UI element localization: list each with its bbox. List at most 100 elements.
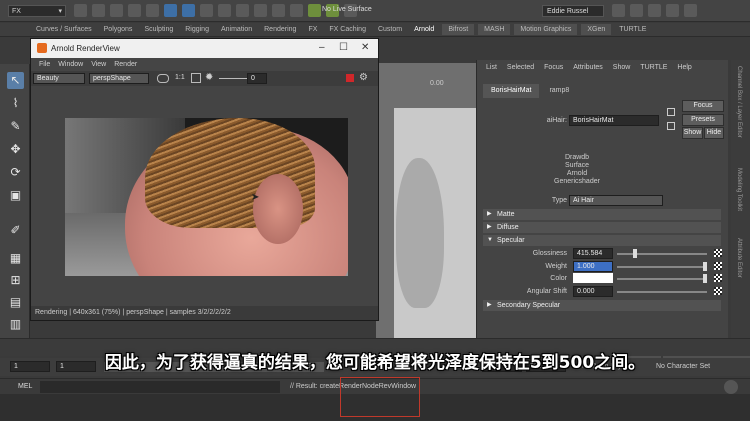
select-tool-icon[interactable]: ↖ (7, 72, 24, 89)
shelf-tab[interactable]: Curves / Surfaces (30, 23, 98, 36)
character-controls-icon[interactable] (630, 4, 643, 17)
weight-slider[interactable] (617, 266, 707, 268)
region-icon[interactable] (191, 73, 201, 83)
weight-slider-handle[interactable] (703, 262, 707, 271)
exposure-slider[interactable] (219, 78, 247, 79)
rotate-tool-icon[interactable]: ⟳ (7, 164, 24, 181)
select-hierarchy-icon[interactable] (164, 4, 177, 17)
shelf-tab[interactable]: XGen (581, 24, 612, 35)
minimize-icon[interactable]: – (319, 42, 325, 53)
move-tool-icon[interactable]: ✥ (7, 141, 24, 158)
angular-shift-field[interactable]: 0.000 (573, 286, 613, 297)
script-editor-icon[interactable] (724, 380, 738, 394)
shelf-tab[interactable]: FX (302, 23, 323, 36)
menu-render[interactable]: Render (110, 58, 141, 71)
color-slider-handle[interactable] (703, 274, 707, 283)
undo-icon[interactable] (128, 4, 141, 17)
paint-select-icon[interactable]: ✎ (7, 118, 24, 135)
tool-settings-icon[interactable] (666, 4, 679, 17)
shelf-tab[interactable]: Bifrost (442, 24, 475, 35)
last-tool-icon[interactable]: ✐ (7, 222, 24, 239)
renderview-settings-icon[interactable]: ⚙ (359, 72, 368, 83)
snap-view-icon[interactable] (272, 4, 285, 17)
shelf-tab-arnold[interactable]: Arnold (408, 23, 440, 36)
render-icon[interactable] (308, 4, 321, 17)
hide-button[interactable]: Hide (704, 127, 724, 139)
menu-set-select[interactable]: FX (8, 5, 66, 17)
shelf-tab[interactable]: Animation (215, 23, 258, 36)
render-canvas[interactable]: ➤ (31, 86, 378, 306)
section-matte[interactable]: Matte (483, 209, 721, 220)
glossiness-slider-handle[interactable] (633, 249, 637, 258)
snap-surface-icon[interactable] (290, 4, 303, 17)
snap-point-icon[interactable] (254, 4, 267, 17)
focus-icon[interactable] (667, 108, 675, 116)
type-select[interactable]: Ai Hair (569, 195, 663, 206)
shelf-tab[interactable]: Custom (372, 23, 408, 36)
show-button[interactable]: Show (682, 127, 703, 139)
menu-item[interactable]: Show (608, 60, 636, 76)
channel-box-icon[interactable] (684, 4, 697, 17)
user-account[interactable]: Eddie Russel (542, 5, 604, 17)
menu-item[interactable]: Attributes (568, 60, 608, 76)
glossiness-field[interactable]: 415.584 (573, 248, 613, 259)
presets-button[interactable]: Presets (682, 114, 724, 126)
exposure-field[interactable]: 0 (247, 73, 267, 84)
menu-item[interactable]: List (481, 60, 502, 76)
viewport[interactable] (376, 63, 476, 345)
scale-tool-icon[interactable]: ▣ (7, 187, 24, 204)
aov-select[interactable]: Beauty (33, 73, 85, 84)
glossiness-slider[interactable] (617, 253, 707, 255)
side-tab-attribute-editor[interactable]: Attribute Editor (736, 238, 742, 278)
weight-map-icon[interactable] (714, 262, 722, 270)
menu-item[interactable]: Selected (502, 60, 539, 76)
weight-field[interactable]: 1.000 (573, 261, 613, 272)
section-diffuse[interactable]: Diffuse (483, 222, 721, 233)
open-scene-icon[interactable] (92, 4, 105, 17)
new-scene-icon[interactable] (74, 4, 87, 17)
live-surface-label[interactable]: No Live Surface (322, 6, 372, 13)
stop-render-icon[interactable] (346, 74, 354, 82)
rgb-channel-icon[interactable] (157, 74, 169, 83)
command-language[interactable]: MEL (18, 383, 32, 390)
shelf-tab[interactable]: TURTLE (613, 23, 652, 36)
tab-borishairmat[interactable]: BorisHairMat (483, 84, 540, 98)
glossiness-map-icon[interactable] (714, 249, 722, 257)
menu-window[interactable]: Window (54, 58, 87, 71)
save-scene-icon[interactable] (110, 4, 123, 17)
snap-curve-icon[interactable] (236, 4, 249, 17)
maximize-icon[interactable]: ☐ (339, 42, 348, 53)
modeling-toolkit-icon[interactable] (612, 4, 625, 17)
single-view-icon[interactable]: ▦ (7, 250, 24, 267)
select-component-icon[interactable] (200, 4, 213, 17)
angular-shift-slider[interactable] (617, 291, 707, 293)
attribute-editor-icon[interactable] (648, 4, 661, 17)
color-slider[interactable] (617, 278, 707, 280)
focus-button[interactable]: Focus (682, 100, 724, 112)
lasso-tool-icon[interactable]: ⌇ (7, 95, 24, 112)
shelf-tab[interactable]: Rigging (179, 23, 215, 36)
menu-item[interactable]: Focus (539, 60, 568, 76)
four-view-icon[interactable]: ⊞ (7, 272, 24, 289)
shelf-tab[interactable]: Rendering (258, 23, 302, 36)
camera-select[interactable]: perspShape (89, 73, 149, 84)
menu-view[interactable]: View (87, 58, 110, 71)
command-input[interactable] (40, 381, 280, 393)
shelf-tab[interactable]: Polygons (98, 23, 139, 36)
select-object-icon[interactable] (182, 4, 195, 17)
close-icon[interactable]: ✕ (361, 42, 369, 53)
menu-item[interactable]: TURTLE (635, 60, 672, 76)
shelf-tab[interactable]: Sculpting (138, 23, 179, 36)
presets-icon[interactable] (667, 122, 675, 130)
shelf-tab[interactable]: FX Caching (323, 23, 372, 36)
outliner-layout-icon[interactable]: ▤ (7, 294, 24, 311)
section-secondary-specular[interactable]: Secondary Specular (483, 300, 721, 311)
redo-icon[interactable] (146, 4, 159, 17)
zoom-ratio[interactable]: 1:1 (175, 74, 185, 81)
node-name-field[interactable]: BorisHairMat (569, 115, 659, 126)
menu-item[interactable]: Help (672, 60, 696, 76)
layout-icon[interactable]: ▥ (7, 316, 24, 333)
section-specular[interactable]: Specular (483, 235, 721, 246)
angular-shift-map-icon[interactable] (714, 287, 722, 295)
shelf-tab[interactable]: MASH (478, 24, 511, 35)
